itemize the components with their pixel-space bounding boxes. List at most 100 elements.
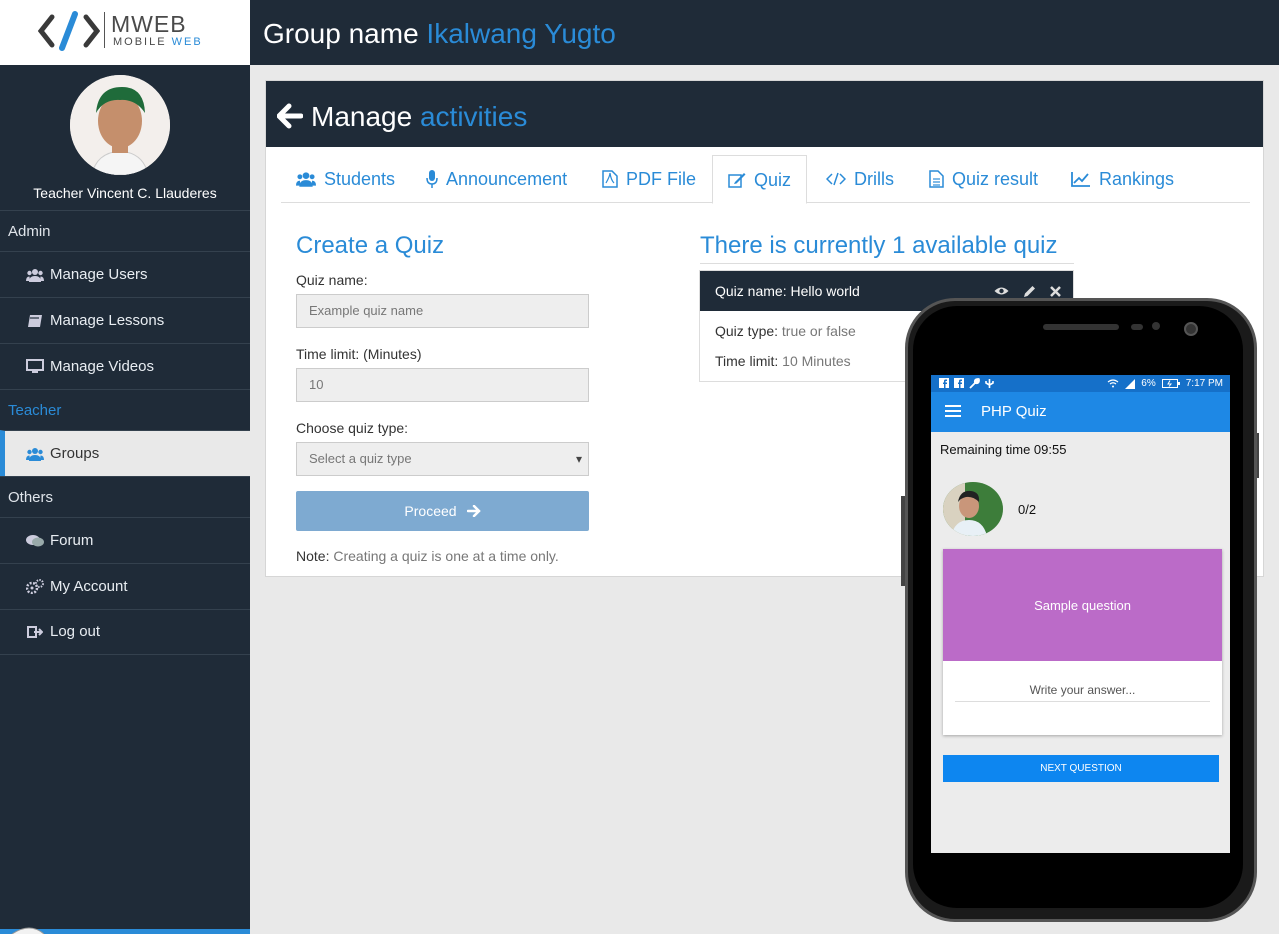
tab-drills[interactable]: Drills [811, 155, 909, 203]
sidebar-item-label: My Account [50, 577, 128, 595]
proceed-button[interactable]: Proceed [296, 491, 589, 531]
tab-label: Drills [854, 169, 894, 189]
logo[interactable]: MWEB MOBILE WEB [0, 0, 250, 65]
line-chart-icon [1071, 171, 1091, 187]
quiz-type-select[interactable]: Select a quiz type [296, 442, 589, 476]
logo-subtext: MOBILE WEB [113, 36, 203, 48]
quiz-name-label: Quiz name: [296, 272, 368, 288]
quiz-time-row: Time limit: 10 Minutes [715, 353, 851, 369]
tab-label: Quiz [754, 169, 792, 190]
answer-input[interactable]: Write your answer... [955, 683, 1210, 702]
sidebar-item-my-account[interactable]: My Account [0, 563, 250, 609]
tab-students[interactable]: Students [281, 155, 410, 203]
available-quiz-title: There is currently 1 available quiz [700, 232, 1074, 264]
status-clock: 7:17 PM [1185, 378, 1223, 389]
page-title: Group name Ikalwang Yugto [263, 18, 616, 49]
menu-icon[interactable] [945, 405, 961, 417]
sign-out-icon [26, 623, 44, 641]
activity-tabs: Students Announcement PDF File Quiz Dril… [281, 155, 1250, 204]
score: 0/2 [1018, 502, 1037, 517]
phone-mockup: 6% 7:17 PM PHP Quiz Remaining time 09:55… [901, 298, 1259, 922]
microphone-icon [426, 170, 438, 188]
next-question-button[interactable]: NEXT QUESTION [943, 755, 1219, 782]
signal-icon [1125, 378, 1136, 389]
sidebar-item-label: Groups [50, 444, 100, 462]
sidebar-item-manage-users[interactable]: Manage Users [0, 251, 250, 297]
phone-sensor [1131, 324, 1143, 330]
comments-icon [26, 532, 44, 550]
tab-label: Quiz result [952, 169, 1039, 189]
top-bar: Group name Ikalwang Yugto [250, 0, 1279, 65]
tab-quiz[interactable]: Quiz [712, 155, 808, 204]
tab-quiz-result[interactable]: Quiz result [914, 155, 1053, 203]
question-card: Sample question Write your answer... [943, 549, 1222, 735]
time-limit-input[interactable]: 10 [296, 368, 589, 402]
tab-label: Announcement [446, 169, 568, 189]
time-limit-label: Time limit: (Minutes) [296, 346, 422, 362]
panel-title: Manage activities [311, 101, 528, 132]
back-arrow-icon[interactable] [277, 103, 303, 129]
wifi-icon [1107, 379, 1119, 388]
sidebar-item-forum[interactable]: Forum [0, 517, 250, 563]
facebook-icon [939, 378, 949, 388]
wrench-icon [969, 378, 980, 389]
logo-divider [104, 12, 105, 48]
teacher-name: Teacher Vincent C. Llauderes [33, 185, 217, 201]
phone-speaker [1043, 324, 1119, 330]
battery-percent: 6% [1141, 378, 1156, 389]
status-bar: 6% 7:17 PM [931, 375, 1230, 392]
gears-icon [26, 578, 44, 596]
edit-icon [728, 172, 746, 188]
section-admin: Admin [0, 210, 250, 251]
close-icon[interactable] [1050, 285, 1061, 297]
app-title: PHP Quiz [981, 403, 1047, 420]
code-logo-icon [38, 11, 100, 51]
users-icon [26, 266, 44, 284]
quiz-type-label: Choose quiz type: [296, 420, 409, 436]
create-note: Note: Creating a quiz is one at a time o… [296, 548, 559, 564]
monitor-icon [26, 358, 44, 376]
tab-pdf-file[interactable]: PDF File [587, 155, 711, 203]
proceed-label: Proceed [404, 503, 457, 519]
group-name: Ikalwang Yugto [426, 18, 616, 49]
section-others: Others [0, 476, 250, 517]
code-icon [826, 172, 846, 186]
eye-icon[interactable] [994, 286, 1009, 296]
usb-icon [985, 379, 994, 388]
remaining-time: Remaining time 09:55 [940, 442, 1067, 457]
sidebar-item-label: Manage Videos [50, 357, 154, 375]
sidebar-item-label: Log out [50, 623, 101, 640]
phone-screen: 6% 7:17 PM PHP Quiz Remaining time 09:55… [931, 375, 1230, 853]
quiz-name-input[interactable]: Example quiz name [296, 294, 589, 328]
battery-icon [1161, 379, 1180, 388]
sidebar-item-manage-lessons[interactable]: Manage Lessons [0, 297, 250, 343]
teacher-avatar [70, 75, 170, 175]
sidebar-item-label: Forum [50, 531, 94, 549]
sidebar-item-groups[interactable]: Groups [0, 430, 250, 476]
sidebar: MWEB MOBILE WEB Teacher Vincent C. Llaud… [0, 0, 250, 934]
sidebar-item-manage-videos[interactable]: Manage Videos [0, 343, 250, 389]
tab-label: Rankings [1099, 169, 1175, 189]
sidebar-item-log-out[interactable]: Log out [0, 609, 250, 655]
question-text: Sample question [943, 549, 1222, 661]
sidebar-item-label: Manage Users [50, 265, 148, 283]
quiz-type-row: Quiz type: true or false [715, 323, 856, 339]
tab-label: PDF File [626, 169, 697, 189]
phone-sensor-dot [1152, 322, 1160, 330]
corner-circle-icon [11, 927, 44, 934]
panel-header: Manage activities [266, 81, 1263, 147]
logo-text: MWEB [111, 11, 187, 37]
users-icon [296, 171, 316, 187]
app-bar: PHP Quiz [931, 392, 1230, 432]
phone-camera [1184, 322, 1198, 336]
create-quiz-title: Create a Quiz [296, 232, 445, 259]
section-teacher: Teacher [0, 389, 250, 430]
arrow-right-icon [466, 505, 481, 517]
document-icon [929, 170, 944, 188]
pdf-file-icon [602, 170, 618, 188]
sidebar-item-label: Manage Lessons [50, 311, 165, 329]
tab-rankings[interactable]: Rankings [1056, 155, 1189, 203]
pencil-icon[interactable] [1023, 285, 1036, 298]
tab-announcement[interactable]: Announcement [411, 155, 582, 203]
users-icon [26, 445, 44, 463]
